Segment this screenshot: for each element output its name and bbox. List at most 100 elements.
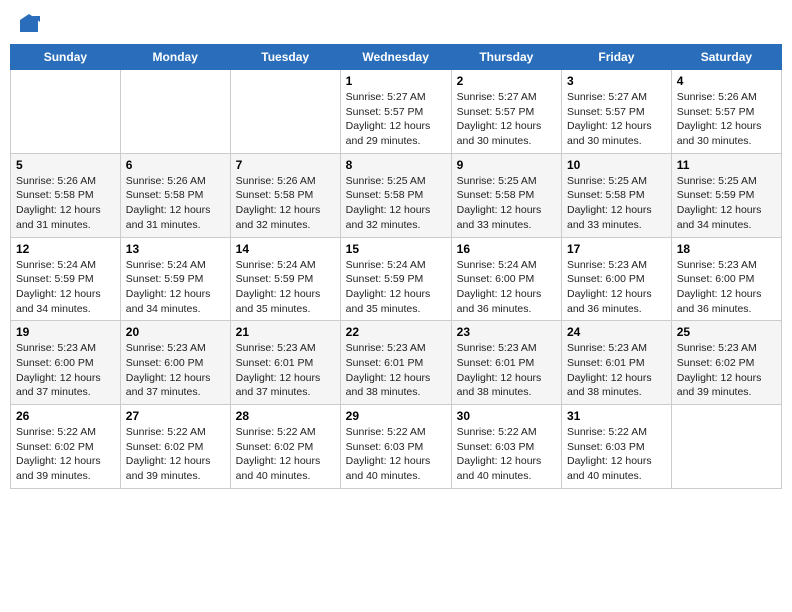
day-number: 15: [346, 242, 446, 256]
logo-icon: [18, 12, 40, 34]
day-detail: Sunrise: 5:23 AM Sunset: 6:01 PM Dayligh…: [346, 341, 446, 400]
day-number: 31: [567, 409, 666, 423]
calendar-cell: 4 Sunrise: 5:26 AM Sunset: 5:57 PM Daylig…: [671, 70, 781, 154]
day-number: 23: [457, 325, 556, 339]
day-number: 19: [16, 325, 115, 339]
logo: [16, 14, 40, 34]
day-detail: Sunrise: 5:26 AM Sunset: 5:58 PM Dayligh…: [16, 174, 115, 233]
calendar-cell: 23 Sunrise: 5:23 AM Sunset: 6:01 PM Dayli…: [451, 321, 561, 405]
calendar-cell: [120, 70, 230, 154]
day-detail: Sunrise: 5:22 AM Sunset: 6:03 PM Dayligh…: [457, 425, 556, 484]
calendar-cell: 31Sunrise: 5:22 AM Sunset: 6:03 PM Dayli…: [562, 405, 672, 489]
calendar-cell: 28Sunrise: 5:22 AM Sunset: 6:02 PM Dayli…: [230, 405, 340, 489]
calendar-cell: 1 Sunrise: 5:27 AM Sunset: 5:57 PM Daylig…: [340, 70, 451, 154]
day-detail: Sunrise: 5:23 AM Sunset: 6:00 PM Dayligh…: [16, 341, 115, 400]
day-number: 25: [677, 325, 776, 339]
calendar-cell: 14 Sunrise: 5:24 AM Sunset: 5:59 PM Dayli…: [230, 237, 340, 321]
calendar-cell: 17Sunrise: 5:23 AM Sunset: 6:00 PM Dayli…: [562, 237, 672, 321]
calendar-cell: 10 Sunrise: 5:25 AM Sunset: 5:58 PM Dayli…: [562, 153, 672, 237]
weekday-header-sunday: Sunday: [11, 45, 121, 70]
calendar-body: 1 Sunrise: 5:27 AM Sunset: 5:57 PM Daylig…: [11, 70, 782, 489]
day-number: 7: [236, 158, 335, 172]
day-detail: Sunrise: 5:23 AM Sunset: 6:01 PM Dayligh…: [236, 341, 335, 400]
day-number: 2: [457, 74, 556, 88]
calendar-cell: 25 Sunrise: 5:23 AM Sunset: 6:02 PM Dayli…: [671, 321, 781, 405]
day-number: 21: [236, 325, 335, 339]
day-number: 24: [567, 325, 666, 339]
day-detail: Sunrise: 5:27 AM Sunset: 5:57 PM Dayligh…: [567, 90, 666, 149]
calendar-cell: 7Sunrise: 5:26 AM Sunset: 5:58 PM Daylig…: [230, 153, 340, 237]
calendar-cell: 26 Sunrise: 5:22 AM Sunset: 6:02 PM Dayli…: [11, 405, 121, 489]
day-number: 10: [567, 158, 666, 172]
day-detail: Sunrise: 5:23 AM Sunset: 6:00 PM Dayligh…: [126, 341, 225, 400]
day-detail: Sunrise: 5:23 AM Sunset: 6:02 PM Dayligh…: [677, 341, 776, 400]
day-number: 6: [126, 158, 225, 172]
calendar-cell: 30 Sunrise: 5:22 AM Sunset: 6:03 PM Dayli…: [451, 405, 561, 489]
calendar-cell: 8Sunrise: 5:25 AM Sunset: 5:58 PM Daylig…: [340, 153, 451, 237]
weekday-header-thursday: Thursday: [451, 45, 561, 70]
calendar-cell: 9 Sunrise: 5:25 AM Sunset: 5:58 PM Daylig…: [451, 153, 561, 237]
day-detail: Sunrise: 5:23 AM Sunset: 6:01 PM Dayligh…: [567, 341, 666, 400]
day-detail: Sunrise: 5:23 AM Sunset: 6:00 PM Dayligh…: [567, 258, 666, 317]
calendar: SundayMondayTuesdayWednesdayThursdayFrid…: [10, 44, 782, 489]
day-number: 29: [346, 409, 446, 423]
day-detail: Sunrise: 5:26 AM Sunset: 5:57 PM Dayligh…: [677, 90, 776, 149]
weekday-header-wednesday: Wednesday: [340, 45, 451, 70]
calendar-cell: 21 Sunrise: 5:23 AM Sunset: 6:01 PM Dayli…: [230, 321, 340, 405]
calendar-cell: 22 Sunrise: 5:23 AM Sunset: 6:01 PM Dayli…: [340, 321, 451, 405]
day-detail: Sunrise: 5:24 AM Sunset: 5:59 PM Dayligh…: [346, 258, 446, 317]
day-number: 11: [677, 158, 776, 172]
day-detail: Sunrise: 5:23 AM Sunset: 6:01 PM Dayligh…: [457, 341, 556, 400]
weekday-header-tuesday: Tuesday: [230, 45, 340, 70]
day-detail: Sunrise: 5:22 AM Sunset: 6:03 PM Dayligh…: [346, 425, 446, 484]
calendar-cell: 18Sunrise: 5:23 AM Sunset: 6:00 PM Dayli…: [671, 237, 781, 321]
day-detail: Sunrise: 5:27 AM Sunset: 5:57 PM Dayligh…: [457, 90, 556, 149]
calendar-cell: 3Sunrise: 5:27 AM Sunset: 5:57 PM Daylig…: [562, 70, 672, 154]
calendar-week-1: 1 Sunrise: 5:27 AM Sunset: 5:57 PM Daylig…: [11, 70, 782, 154]
day-number: 26: [16, 409, 115, 423]
calendar-cell: 6Sunrise: 5:26 AM Sunset: 5:58 PM Daylig…: [120, 153, 230, 237]
day-number: 5: [16, 158, 115, 172]
day-number: 20: [126, 325, 225, 339]
calendar-week-5: 26 Sunrise: 5:22 AM Sunset: 6:02 PM Dayli…: [11, 405, 782, 489]
day-detail: Sunrise: 5:25 AM Sunset: 5:59 PM Dayligh…: [677, 174, 776, 233]
calendar-week-4: 19 Sunrise: 5:23 AM Sunset: 6:00 PM Dayli…: [11, 321, 782, 405]
calendar-cell: 16Sunrise: 5:24 AM Sunset: 6:00 PM Dayli…: [451, 237, 561, 321]
day-number: 14: [236, 242, 335, 256]
calendar-cell: 12 Sunrise: 5:24 AM Sunset: 5:59 PM Dayli…: [11, 237, 121, 321]
day-number: 13: [126, 242, 225, 256]
calendar-cell: [230, 70, 340, 154]
calendar-cell: 11 Sunrise: 5:25 AM Sunset: 5:59 PM Dayli…: [671, 153, 781, 237]
day-number: 12: [16, 242, 115, 256]
calendar-cell: [671, 405, 781, 489]
day-detail: Sunrise: 5:22 AM Sunset: 6:02 PM Dayligh…: [126, 425, 225, 484]
day-detail: Sunrise: 5:25 AM Sunset: 5:58 PM Dayligh…: [346, 174, 446, 233]
calendar-cell: 19 Sunrise: 5:23 AM Sunset: 6:00 PM Dayli…: [11, 321, 121, 405]
day-detail: Sunrise: 5:25 AM Sunset: 5:58 PM Dayligh…: [567, 174, 666, 233]
day-number: 9: [457, 158, 556, 172]
day-number: 30: [457, 409, 556, 423]
day-number: 27: [126, 409, 225, 423]
day-detail: Sunrise: 5:24 AM Sunset: 5:59 PM Dayligh…: [236, 258, 335, 317]
calendar-week-3: 12 Sunrise: 5:24 AM Sunset: 5:59 PM Dayli…: [11, 237, 782, 321]
day-detail: Sunrise: 5:27 AM Sunset: 5:57 PM Dayligh…: [346, 90, 446, 149]
calendar-week-2: 5 Sunrise: 5:26 AM Sunset: 5:58 PM Daylig…: [11, 153, 782, 237]
day-number: 18: [677, 242, 776, 256]
day-number: 22: [346, 325, 446, 339]
day-detail: Sunrise: 5:22 AM Sunset: 6:02 PM Dayligh…: [16, 425, 115, 484]
header: [10, 10, 782, 38]
day-detail: Sunrise: 5:25 AM Sunset: 5:58 PM Dayligh…: [457, 174, 556, 233]
day-number: 28: [236, 409, 335, 423]
calendar-cell: [11, 70, 121, 154]
calendar-cell: 29 Sunrise: 5:22 AM Sunset: 6:03 PM Dayli…: [340, 405, 451, 489]
day-detail: Sunrise: 5:24 AM Sunset: 5:59 PM Dayligh…: [126, 258, 225, 317]
day-number: 4: [677, 74, 776, 88]
day-number: 1: [346, 74, 446, 88]
calendar-cell: 15 Sunrise: 5:24 AM Sunset: 5:59 PM Dayli…: [340, 237, 451, 321]
weekday-header-saturday: Saturday: [671, 45, 781, 70]
weekday-header-monday: Monday: [120, 45, 230, 70]
calendar-cell: 13 Sunrise: 5:24 AM Sunset: 5:59 PM Dayli…: [120, 237, 230, 321]
calendar-cell: 24 Sunrise: 5:23 AM Sunset: 6:01 PM Dayli…: [562, 321, 672, 405]
day-detail: Sunrise: 5:24 AM Sunset: 5:59 PM Dayligh…: [16, 258, 115, 317]
calendar-cell: 5 Sunrise: 5:26 AM Sunset: 5:58 PM Daylig…: [11, 153, 121, 237]
